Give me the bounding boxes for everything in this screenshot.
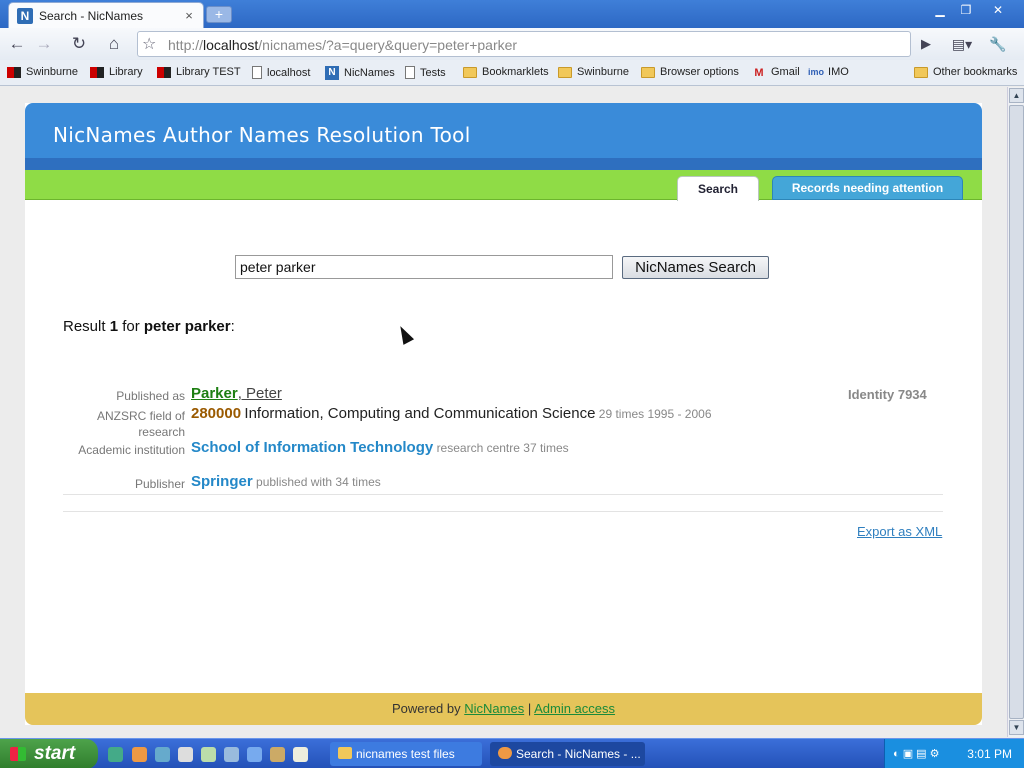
publisher-link[interactable]: Springer xyxy=(191,473,253,490)
nicnames-link[interactable]: NicNames xyxy=(464,701,524,716)
task-search-nicnames[interactable]: Search - NicNames - ... xyxy=(490,742,645,766)
swinburne-logo-icon xyxy=(90,66,104,78)
system-tray: ◐ ▣ ▤ ⚙ 3:01 PM xyxy=(884,739,1024,768)
windows-taskbar: start nicnames test files Search - NicNa… xyxy=(0,738,1024,768)
back-icon[interactable]: ← xyxy=(5,32,29,56)
nicnames-icon: N xyxy=(325,66,339,80)
tab-title: Search - NicNames xyxy=(39,8,144,23)
bookmark-swinburne[interactable]: Swinburne xyxy=(7,66,78,78)
scroll-down-icon[interactable]: ▼ xyxy=(1009,720,1024,735)
globe-icon[interactable] xyxy=(155,747,170,762)
swinburne-logo-icon xyxy=(157,66,171,78)
bookmark-imo[interactable]: imo IMO xyxy=(808,66,849,78)
footer: Powered by NicNames | Admin access xyxy=(25,693,982,725)
page-menu-icon[interactable]: ▤▾ xyxy=(950,32,974,56)
bookmark-star-icon[interactable]: ☆ xyxy=(142,34,156,54)
app-container: NicNames Author Names Resolution Tool Se… xyxy=(25,103,982,725)
close-window-icon[interactable]: ✕ xyxy=(986,2,1010,18)
bookmark-browser-options[interactable]: Browser options xyxy=(641,66,739,78)
author-given: , Peter xyxy=(237,385,282,402)
bookmark-other[interactable]: Other bookmarks xyxy=(914,66,1017,78)
app-header: NicNames Author Names Resolution Tool xyxy=(25,103,982,158)
folder-icon xyxy=(641,66,655,78)
result-summary: Result 1 for peter parker: xyxy=(63,318,235,335)
task-nicnames-test-files[interactable]: nicnames test files xyxy=(330,742,482,766)
bookmark-library-test[interactable]: Library TEST xyxy=(157,66,241,78)
nicnames-search-button[interactable]: NicNames Search xyxy=(622,256,769,279)
home-icon[interactable]: ⌂ xyxy=(102,32,126,56)
folder-icon xyxy=(463,66,477,78)
app-icon[interactable] xyxy=(270,747,285,762)
calculator-icon[interactable] xyxy=(224,747,239,762)
page-icon xyxy=(252,66,262,79)
window-titlebar: N Search - NicNames × + ▁ ❐ ✕ xyxy=(0,0,1024,28)
folder-icon xyxy=(558,66,572,78)
author-name-link[interactable]: Parker, Peter xyxy=(191,385,282,402)
minimize-icon[interactable]: ▁ xyxy=(928,2,952,18)
bookmark-library[interactable]: Library xyxy=(90,66,143,78)
app-icon[interactable] xyxy=(247,747,262,762)
chrome-icon[interactable] xyxy=(132,747,147,762)
nicnames-favicon-icon: N xyxy=(17,7,33,24)
bookmark-gmail[interactable]: M Gmail xyxy=(752,66,799,79)
notepad-icon[interactable] xyxy=(201,747,216,762)
identity-id: Identity 7934 xyxy=(848,387,927,402)
restore-icon[interactable]: ❐ xyxy=(954,2,978,18)
bookmark-bookmarklets[interactable]: Bookmarklets xyxy=(463,66,549,78)
gmail-icon: M xyxy=(754,66,764,79)
folder-icon xyxy=(914,66,928,78)
imo-icon: imo xyxy=(808,66,825,77)
bookmark-localhost[interactable]: localhost xyxy=(252,66,310,79)
field-of-research-label: ANZSRC field of research xyxy=(96,409,185,439)
scroll-thumb[interactable] xyxy=(1009,105,1024,719)
app-title: NicNames Author Names Resolution Tool xyxy=(53,123,471,147)
chrome-icon xyxy=(498,747,512,759)
forward-icon[interactable]: → xyxy=(32,32,56,56)
header-band xyxy=(25,158,982,170)
field-of-research-value: 280000 Information, Computing and Commun… xyxy=(191,405,712,422)
start-button[interactable]: start xyxy=(0,739,98,768)
admin-access-link[interactable]: Admin access xyxy=(534,701,615,716)
browser-tab[interactable]: N Search - NicNames × xyxy=(8,2,204,28)
url-text[interactable]: http://localhost/nicnames/?a=query&query… xyxy=(168,37,517,53)
tray-icons[interactable]: ◐ ▣ ▤ ⚙ xyxy=(893,747,939,760)
author-surname: Parker xyxy=(191,385,238,402)
publisher-value: Springer published with 34 times xyxy=(191,473,381,490)
publisher-label: Publisher xyxy=(134,477,185,491)
scroll-up-icon[interactable]: ▲ xyxy=(1009,88,1024,103)
app-icon[interactable] xyxy=(178,747,193,762)
reload-icon[interactable]: ↻ xyxy=(67,32,91,56)
windows-logo-icon xyxy=(10,747,26,761)
browser-toolbar: ← → ↻ ⌂ ☆ http://localhost/nicnames/?a=q… xyxy=(0,28,1024,60)
app-icon[interactable] xyxy=(293,747,308,762)
clock: 3:01 PM xyxy=(967,747,1012,761)
quicklaunch-icon[interactable] xyxy=(108,747,123,762)
bookmarks-bar: Swinburne Library Library TEST localhost… xyxy=(0,60,1024,86)
new-tab-button[interactable]: + xyxy=(206,6,232,23)
bookmark-swinburne-folder[interactable]: Swinburne xyxy=(558,66,629,78)
folder-icon xyxy=(338,747,352,759)
close-tab-icon[interactable]: × xyxy=(181,8,197,23)
search-input[interactable] xyxy=(235,255,613,279)
academic-institution-label: Academic institution xyxy=(78,443,185,457)
tab-records-needing-attention[interactable]: Records needing attention xyxy=(772,176,963,200)
export-xml-link[interactable]: Export as XML xyxy=(857,524,942,539)
vertical-scrollbar[interactable]: ▲ ▼ xyxy=(1007,87,1024,737)
institution-link[interactable]: School of Information Technology xyxy=(191,439,433,456)
go-icon[interactable]: ▶ xyxy=(914,32,938,56)
divider xyxy=(63,494,943,495)
swinburne-logo-icon xyxy=(7,66,21,78)
bookmark-nicnames[interactable]: N NicNames xyxy=(325,66,395,80)
wrench-menu-icon[interactable]: 🔧 xyxy=(986,32,1010,56)
institution-value: School of Information Technology researc… xyxy=(191,439,569,456)
bookmark-tests[interactable]: Tests xyxy=(405,66,446,79)
divider xyxy=(63,511,943,512)
address-bar[interactable]: ☆ http://localhost/nicnames/?a=query&que… xyxy=(137,31,911,57)
published-as-label: Published as xyxy=(116,389,185,403)
tab-search[interactable]: Search xyxy=(677,176,759,201)
page-viewport: NicNames Author Names Resolution Tool Se… xyxy=(0,87,1007,737)
page-icon xyxy=(405,66,415,79)
